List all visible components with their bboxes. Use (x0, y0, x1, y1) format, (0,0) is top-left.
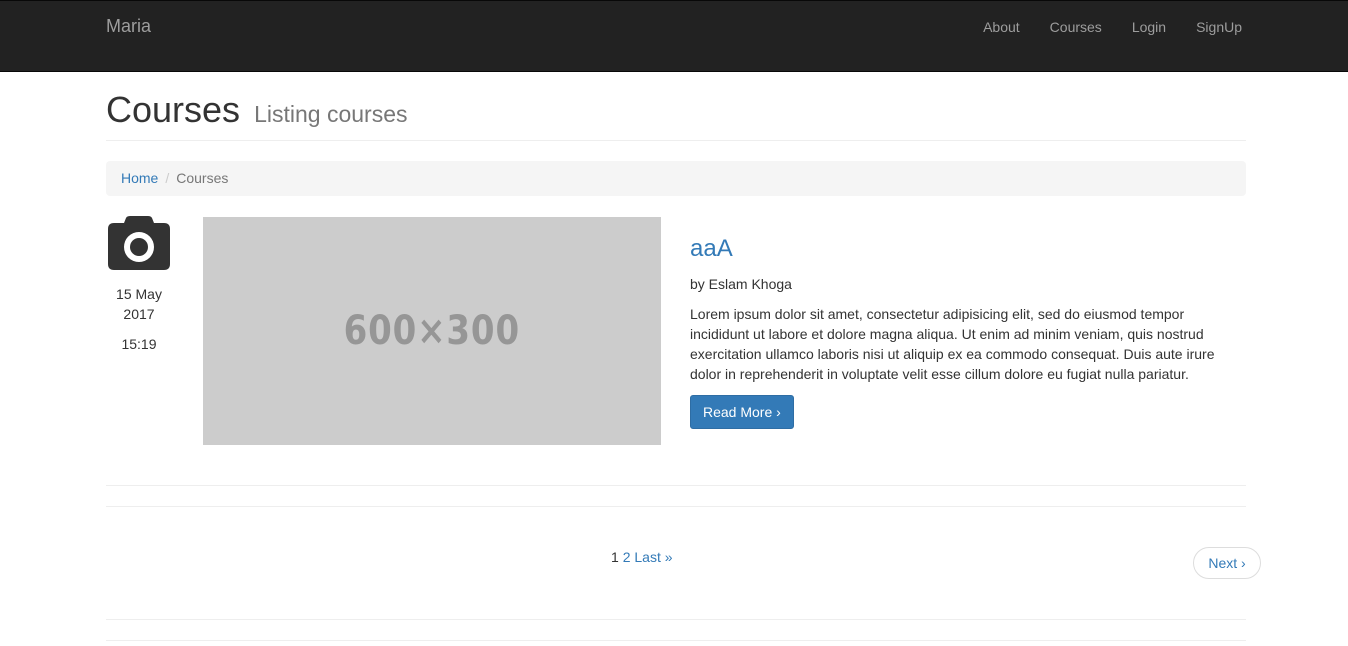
read-more-button[interactable]: Read More › (690, 395, 794, 429)
top-navbar: Maria About Courses Login SignUp (0, 0, 1348, 72)
pagination-current-page: 1 (611, 549, 619, 565)
pagination-page-2-link[interactable]: 2 (623, 549, 631, 565)
course-description: Lorem ipsum dolor sit amet, consectetur … (690, 306, 1215, 382)
pagination-last-link[interactable]: Last » (634, 549, 672, 565)
breadcrumb-home-link[interactable]: Home (121, 170, 158, 186)
course-thumbnail[interactable]: 600×300 (203, 217, 661, 445)
pagination: 1 2 Last » (611, 548, 673, 566)
camera-icon (106, 216, 172, 270)
nav-signup-link[interactable]: SignUp (1181, 17, 1242, 37)
breadcrumb: Home / Courses (106, 161, 1246, 196)
page-header: Courses Listing courses (106, 90, 1246, 141)
page-title-text: Courses (106, 89, 241, 130)
breadcrumb-current: Courses (176, 170, 229, 186)
course-date: 15 May 2017 (106, 284, 172, 324)
page-subtitle: Listing courses (254, 101, 408, 127)
divider (106, 640, 1246, 641)
page-title: Courses Listing courses (106, 90, 1246, 134)
brand-link[interactable]: Maria (106, 16, 151, 36)
nav-courses-link[interactable]: Courses (1035, 17, 1117, 37)
breadcrumb-separator: / (165, 170, 170, 186)
nav-about-link[interactable]: About (968, 17, 1035, 37)
course-info: aaA by Eslam Khoga Lorem ipsum dolor sit… (690, 233, 1230, 429)
course-date-day-month: 15 May (116, 286, 162, 302)
course-date-column: 15 May 2017 15:19 (106, 216, 172, 354)
course-date-year: 2017 (123, 306, 155, 322)
course-title-link[interactable]: aaA (690, 233, 1230, 265)
course-time: 15:19 (121, 336, 157, 352)
divider (106, 506, 1246, 507)
nav-links: About Courses Login SignUp (968, 17, 1242, 37)
divider (106, 619, 1246, 620)
divider (106, 485, 1246, 486)
course-author: by Eslam Khoga (690, 276, 792, 292)
thumbnail-placeholder-text: 600×300 (343, 308, 521, 354)
nav-login-link[interactable]: Login (1117, 17, 1181, 37)
next-page-button[interactable]: Next › (1193, 547, 1261, 579)
